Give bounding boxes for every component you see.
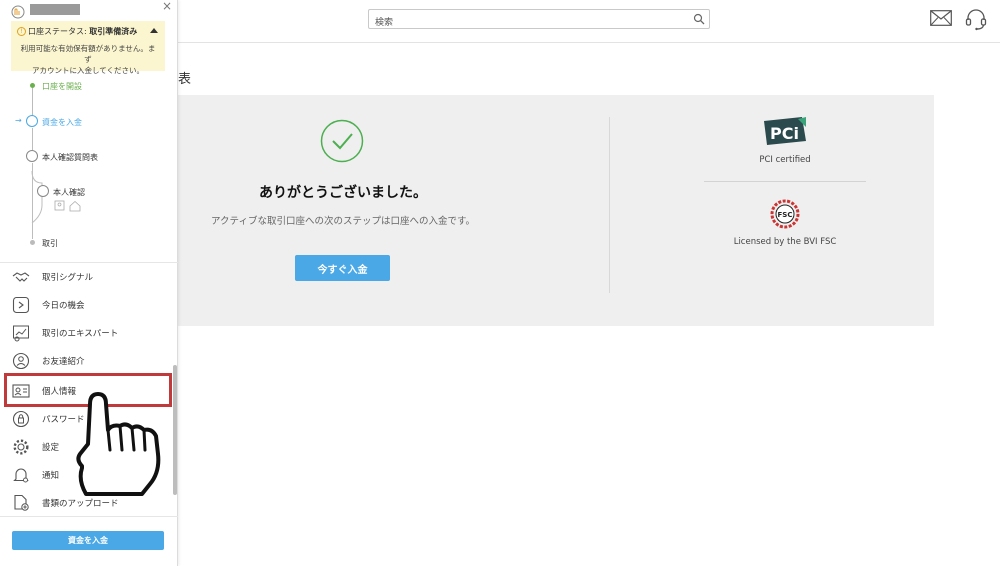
step-ring: [26, 150, 38, 162]
expert-chart-icon: [13, 325, 29, 342]
top-header: [178, 0, 1000, 43]
progress-line: [32, 128, 33, 150]
bell-icon: [13, 468, 29, 483]
fsc-logo: FSC: [770, 199, 800, 229]
account-status-value: 取引準備済み: [89, 27, 138, 36]
deposit-funds-button[interactable]: 資金を入金: [12, 531, 164, 550]
account-status-line: ! 口座ステータス: 取引準備済み: [17, 26, 137, 37]
thanks-title: ありがとうございました。: [259, 185, 427, 201]
card-divider: [609, 117, 610, 293]
deposit-now-button[interactable]: 今すぐ入金: [295, 255, 390, 281]
mail-icon[interactable]: [930, 10, 952, 26]
nav-todays-opportunities[interactable]: 今日の機会: [0, 290, 172, 318]
step-current-ring: [26, 115, 38, 127]
step-open-account: 口座を開設: [42, 82, 82, 91]
gear-icon: [13, 439, 29, 455]
progress-line: [32, 88, 33, 116]
sidebar-scrollbar[interactable]: [173, 365, 177, 495]
badge-divider: [704, 181, 866, 182]
page-title: 表: [178, 72, 192, 87]
deposit-prompt-card: ありがとうございました。 アクティブな取引口座への次のステップは口座への入金です…: [178, 95, 934, 326]
handshake-icon: [12, 272, 30, 282]
step-identity-questionnaire[interactable]: 本人確認質問表: [42, 152, 98, 163]
play-icon: [12, 296, 30, 314]
pci-logo-text: PCi: [770, 124, 799, 143]
nav-trading-experts[interactable]: 取引のエキスパート: [0, 318, 172, 346]
lock-icon: [12, 410, 30, 428]
step-deposit-funds[interactable]: 資金を入金: [42, 117, 82, 128]
next-step-text: アクティブな取引口座への次のステップは口座への入金です。: [210, 216, 475, 227]
refer-friend-icon: [12, 352, 30, 370]
account-status-box: ! 口座ステータス: 取引準備済み 利用可能な有効保有額がありません。まず アカウ…: [11, 21, 165, 75]
bvi-fsc-label: Licensed by the BVI FSC: [733, 237, 837, 247]
nav-refer-friend[interactable]: お友達紹介: [0, 346, 172, 374]
pci-certified-label: PCI certified: [759, 155, 811, 165]
check-circle-icon: [320, 119, 364, 163]
search-box[interactable]: [368, 9, 710, 32]
brand-logo-icon: [11, 5, 25, 19]
pointing-hand-icon: [76, 392, 161, 496]
nav-trading-signals[interactable]: 取引シグナル: [0, 262, 172, 290]
pci-logo: PCi: [764, 117, 806, 145]
close-icon[interactable]: ×: [162, 0, 172, 12]
step-ring: [37, 185, 49, 197]
id-document-icons: [54, 200, 81, 212]
step-pending-dot: [30, 240, 35, 245]
step-done-dot: [30, 83, 35, 88]
account-name-redacted: [30, 4, 80, 15]
fsc-logo-text: FSC: [778, 211, 793, 219]
current-step-arrow-icon: →: [15, 116, 22, 125]
progress-branch: [31, 170, 43, 224]
headset-icon[interactable]: [964, 7, 988, 31]
step-trade[interactable]: 取引: [42, 238, 58, 249]
warning-icon: !: [17, 27, 26, 36]
status-message: 利用可能な有効保有額がありません。まず アカウントに入金してください。: [20, 44, 156, 75]
bottom-separator: [0, 516, 178, 517]
step-identity-verification[interactable]: 本人確認: [53, 187, 85, 198]
search-icon[interactable]: [693, 13, 705, 25]
document-upload-icon: [14, 494, 29, 511]
search-input[interactable]: [375, 14, 685, 32]
collapse-caret-icon[interactable]: [150, 28, 158, 33]
